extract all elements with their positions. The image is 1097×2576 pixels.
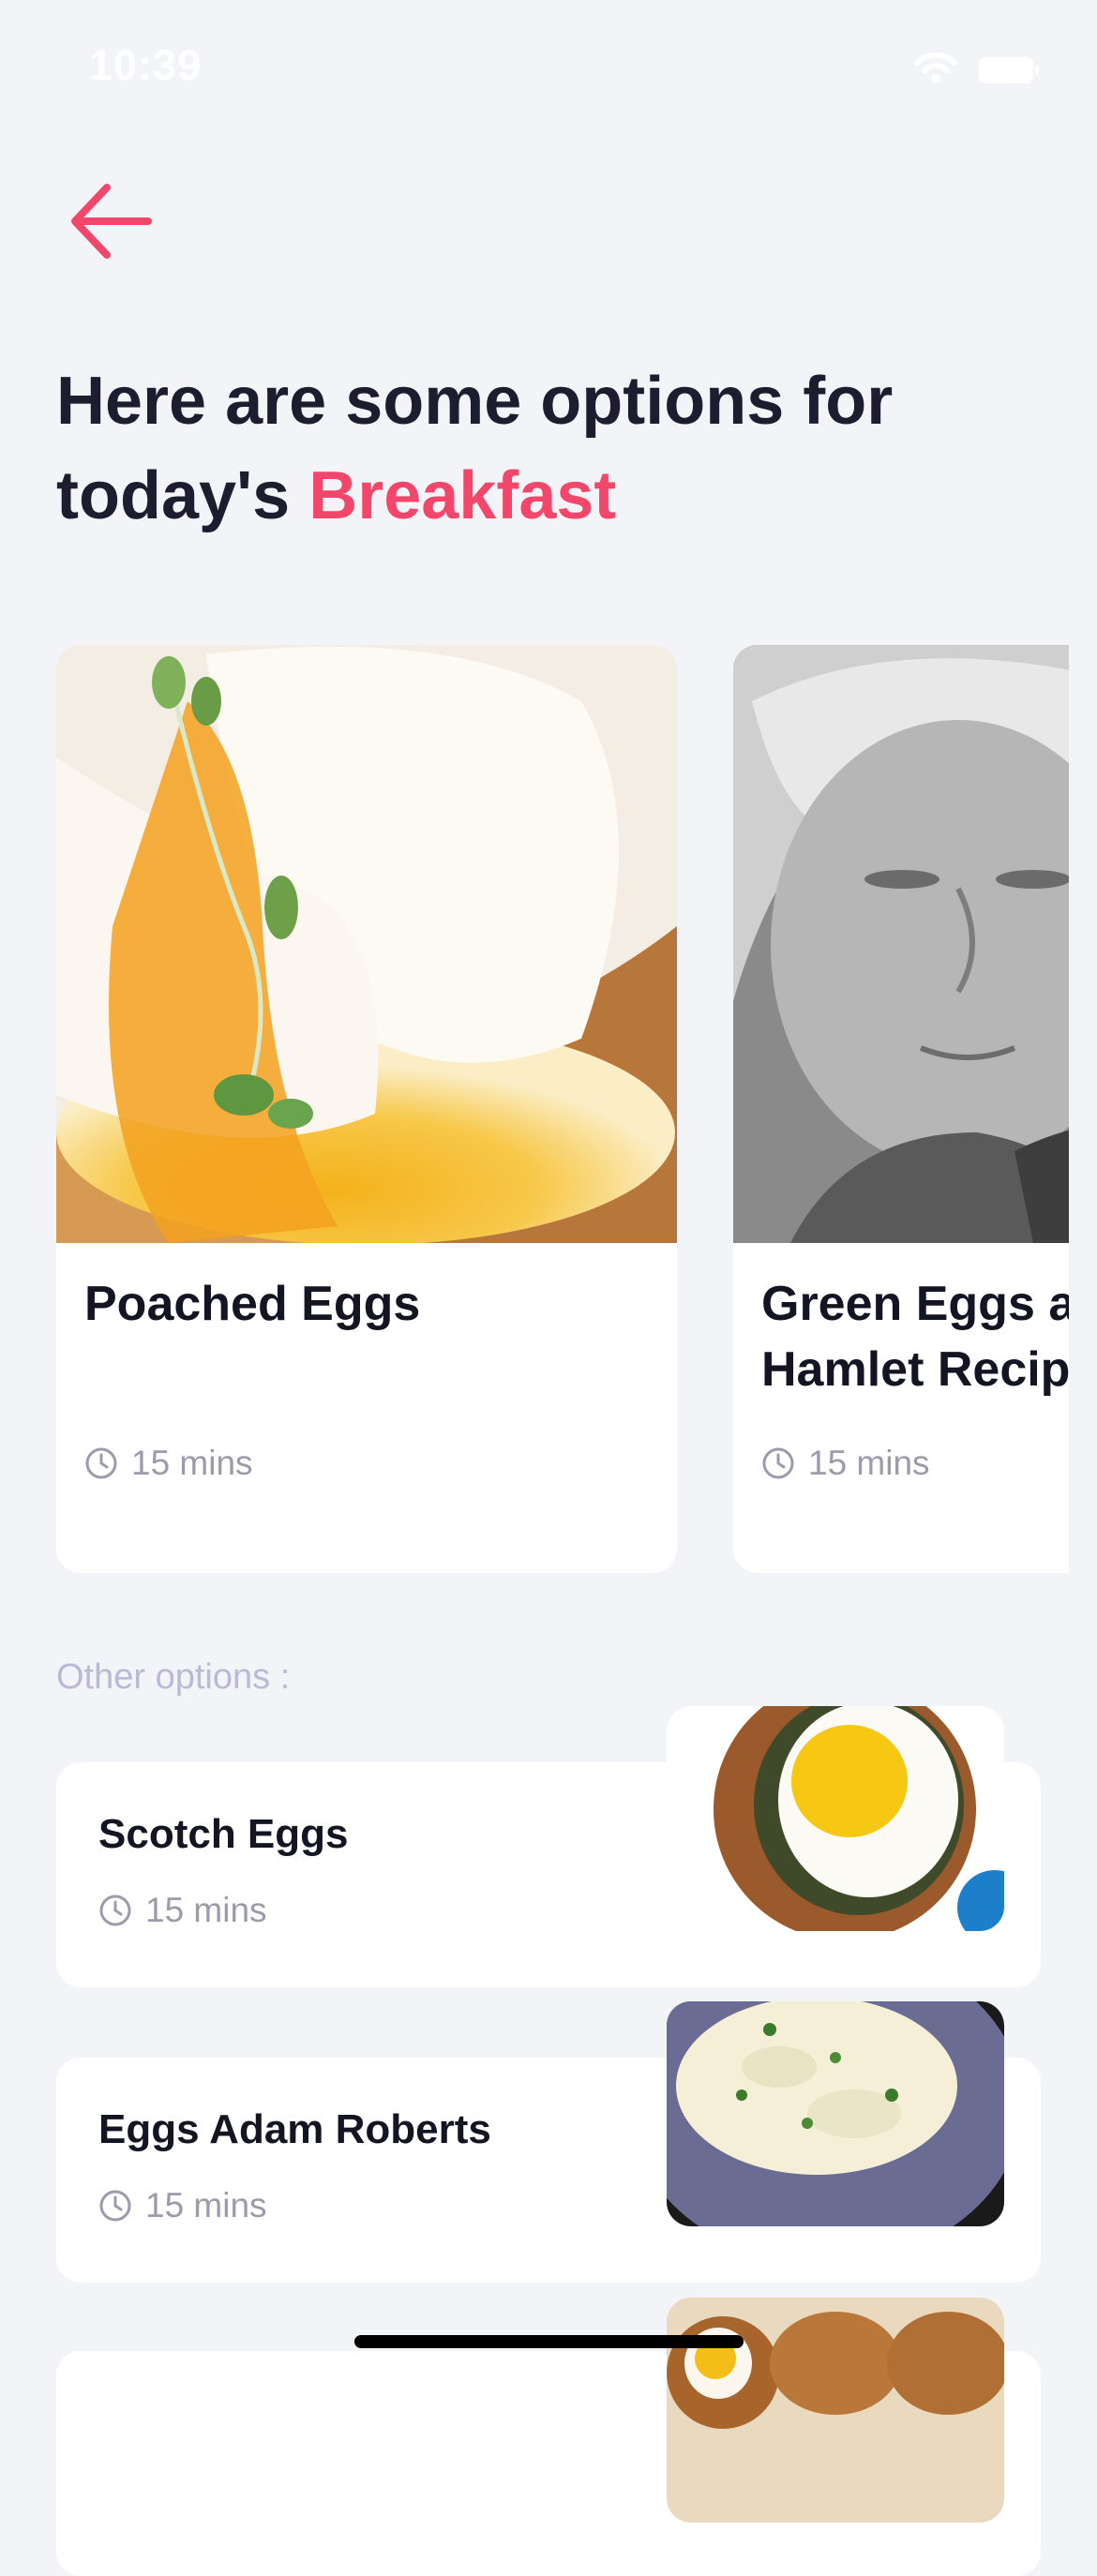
- duration-text: 15 mins: [145, 1891, 267, 1929]
- scotch-eggs-image: [667, 1706, 1004, 1931]
- status-time: 10:39: [89, 41, 203, 89]
- clock-icon: [85, 1447, 117, 1479]
- arrow-left-icon: [71, 184, 152, 259]
- featured-card-duration: 15 mins: [84, 1444, 253, 1483]
- title-highlight: Breakfast: [308, 458, 617, 533]
- wifi-icon: [914, 52, 957, 89]
- home-indicator[interactable]: [354, 2335, 744, 2348]
- featured-carousel[interactable]: Poached Eggs 15 mins Green Eggs and Haml…: [0, 645, 1069, 1573]
- option-title: Scotch Eggs: [98, 1811, 349, 1857]
- other-options-label: Other options :: [56, 1657, 291, 1697]
- eggs-adam-roberts-image: [667, 2001, 1004, 2226]
- featured-card-title: Poached Eggs: [84, 1277, 421, 1331]
- green-eggs-hamlet-image: [733, 645, 1069, 1243]
- poached-eggs-image: [56, 645, 677, 1243]
- featured-card-green-eggs-hamlet[interactable]: Green Eggs and Hamlet Recipe 15 mins: [733, 645, 1069, 1573]
- duration-text: 15 mins: [131, 1444, 253, 1482]
- back-button[interactable]: [66, 176, 159, 270]
- scotch-eggs-thumbnail[interactable]: [667, 1706, 1004, 1931]
- featured-card-title: Green Eggs and Hamlet Recipe: [761, 1277, 1069, 1397]
- clock-icon: [99, 2190, 131, 2222]
- clock-icon: [762, 1447, 794, 1479]
- option-duration: 15 mins: [98, 1891, 267, 1930]
- eggs-adam-roberts-thumbnail[interactable]: [667, 2001, 1004, 2226]
- option-title: Eggs Adam Roberts: [98, 2106, 491, 2152]
- battery-icon: [978, 56, 1040, 89]
- featured-card-poached-eggs[interactable]: Poached Eggs 15 mins: [56, 645, 677, 1573]
- duration-text: 15 mins: [808, 1444, 930, 1482]
- featured-card-duration: 15 mins: [761, 1444, 930, 1483]
- next-option-thumbnail[interactable]: [667, 2298, 1004, 2523]
- duration-text: 15 mins: [145, 2186, 267, 2224]
- next-option-image: [667, 2298, 1004, 2523]
- page-title: Here are some options for today's Breakf…: [56, 354, 1050, 544]
- status-bar: 10:39: [0, 0, 1097, 141]
- clock-icon: [99, 1895, 131, 1926]
- option-duration: 15 mins: [98, 2186, 267, 2225]
